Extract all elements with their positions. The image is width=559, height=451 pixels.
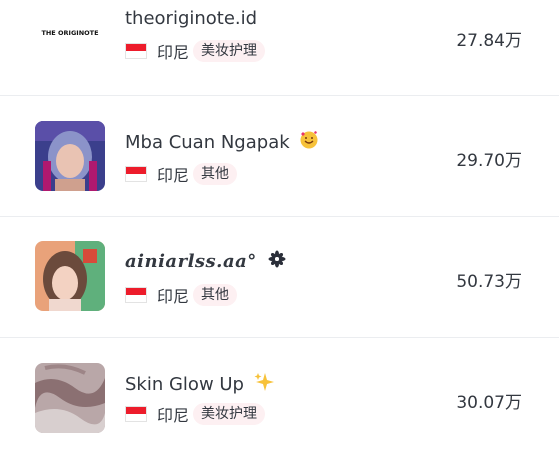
country-label: 印尼 [157, 406, 190, 425]
list-item[interactable]: THE ORIGINOTE theoriginote.id 印尼 美妆护理 27… [0, 0, 559, 96]
country-label: 印尼 [157, 166, 190, 185]
avatar-photo [35, 363, 105, 433]
avatar-logo: THE ORIGINOTE [35, 0, 105, 66]
avatar-photo [35, 241, 105, 311]
creator-name[interactable]: theoriginote.id [125, 8, 257, 30]
follower-count: 30.07万 [456, 393, 522, 413]
category-tag: 美妆护理 [193, 40, 266, 62]
avatar[interactable] [35, 363, 105, 433]
list-item[interactable]: Skin Glow Up 印尼 美妆护理 30.07万 [0, 338, 559, 451]
indonesia-flag-icon [125, 287, 147, 303]
creator-meta: 印尼 美妆护理 [125, 39, 266, 63]
follower-count: 50.73万 [456, 272, 522, 292]
creator-meta: 印尼 其他 [125, 162, 238, 186]
list-item[interactable]: Mba Cuan Ngapak 印尼 其他 29.70万 [0, 96, 559, 216]
avatar[interactable] [35, 241, 105, 311]
indonesia-flag-icon [125, 406, 147, 422]
category-tag: 美妆护理 [193, 403, 266, 425]
sparkles-icon [254, 372, 274, 398]
creator-list: THE ORIGINOTE theoriginote.id 印尼 美妆护理 27… [0, 0, 559, 451]
follower-count: 27.84万 [456, 31, 522, 51]
indonesia-flag-icon [125, 43, 147, 59]
indonesia-flag-icon [125, 166, 147, 182]
creator-name[interactable]: ainiarlss.aa° [125, 250, 286, 274]
creator-name[interactable]: Skin Glow Up [125, 372, 274, 398]
avatar-logo-text: THE ORIGINOTE [41, 29, 98, 37]
creator-name[interactable]: Mba Cuan Ngapak [125, 130, 319, 156]
avatar-photo [35, 121, 105, 191]
country-label: 印尼 [157, 287, 190, 306]
avatar[interactable]: THE ORIGINOTE [35, 0, 105, 66]
country-label: 印尼 [157, 43, 190, 62]
flower-icon [268, 250, 286, 274]
list-item[interactable]: ainiarlss.aa° 印尼 其他 50.73万 [0, 217, 559, 337]
follower-count: 29.70万 [456, 151, 522, 171]
smiling-face-with-hearts-icon [299, 130, 319, 156]
category-tag: 其他 [193, 163, 238, 185]
category-tag: 其他 [193, 284, 238, 306]
creator-meta: 印尼 其他 [125, 283, 238, 307]
creator-meta: 印尼 美妆护理 [125, 402, 266, 426]
avatar[interactable] [35, 121, 105, 191]
